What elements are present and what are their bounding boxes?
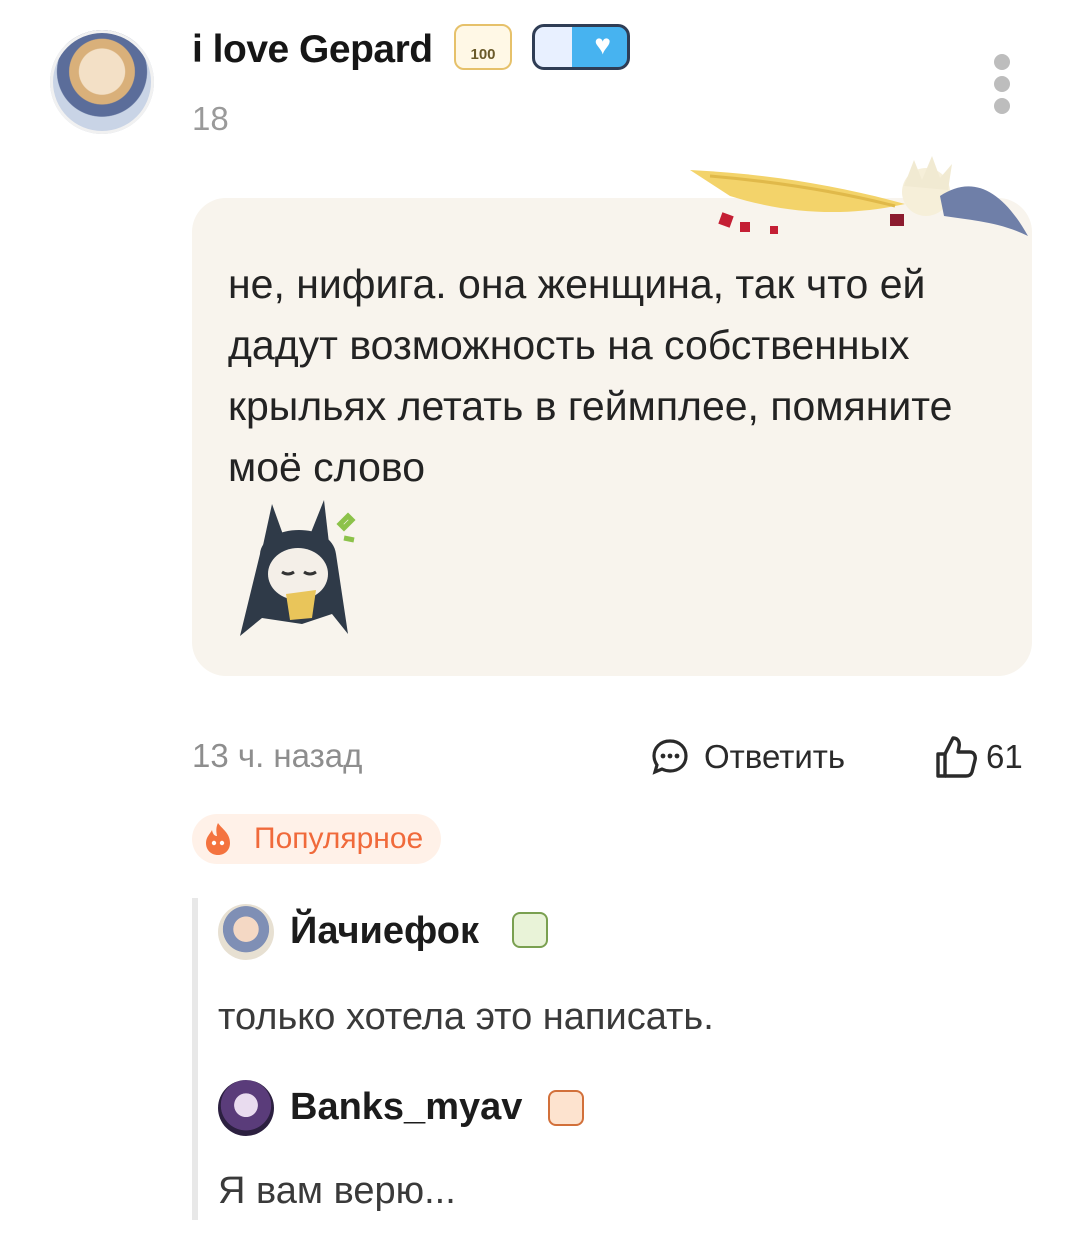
author-name[interactable]: i love Gepard [192, 28, 433, 72]
wing-decoration-icon [690, 156, 1028, 236]
reply-text: только хотела это написать. [218, 996, 714, 1038]
sticker-image [240, 500, 356, 636]
comment-text: не, нифига. она женщина, так что ей даду… [228, 261, 953, 490]
heart-icon: ♥ [594, 29, 611, 60]
reply-avatar[interactable] [218, 904, 274, 960]
reply-author-badge-icon [512, 912, 548, 948]
thumbs-up-icon [936, 736, 977, 778]
reply-author-name[interactable]: Banks_myav [290, 1086, 522, 1129]
comment-bubble-icon [652, 739, 688, 775]
like-button[interactable]: 61 [934, 732, 1023, 782]
like-count: 61 [986, 738, 1023, 775]
more-options-button[interactable] [990, 54, 1014, 114]
author-subtitle: 18 [192, 100, 229, 137]
more-vertical-icon [994, 54, 1010, 70]
reply-avatar[interactable] [218, 1080, 274, 1136]
reply-thread-line [192, 898, 198, 1220]
reply-button[interactable]: Ответить [650, 734, 845, 780]
reply-label: Ответить [704, 738, 846, 775]
level-badge: 100 [454, 24, 512, 70]
popular-badge: Популярное [192, 814, 442, 864]
author-avatar[interactable] [50, 30, 154, 134]
profile-frame-badge: ♥ [532, 24, 630, 70]
flame-icon [206, 823, 230, 855]
popular-label: Популярное [254, 822, 424, 855]
reply-text: Я вам верю... [218, 1170, 456, 1212]
reply-author-name[interactable]: Йачиефок [290, 910, 479, 953]
comment-time: 13 ч. назад [192, 737, 363, 774]
reply-author-badge-icon [548, 1090, 584, 1126]
